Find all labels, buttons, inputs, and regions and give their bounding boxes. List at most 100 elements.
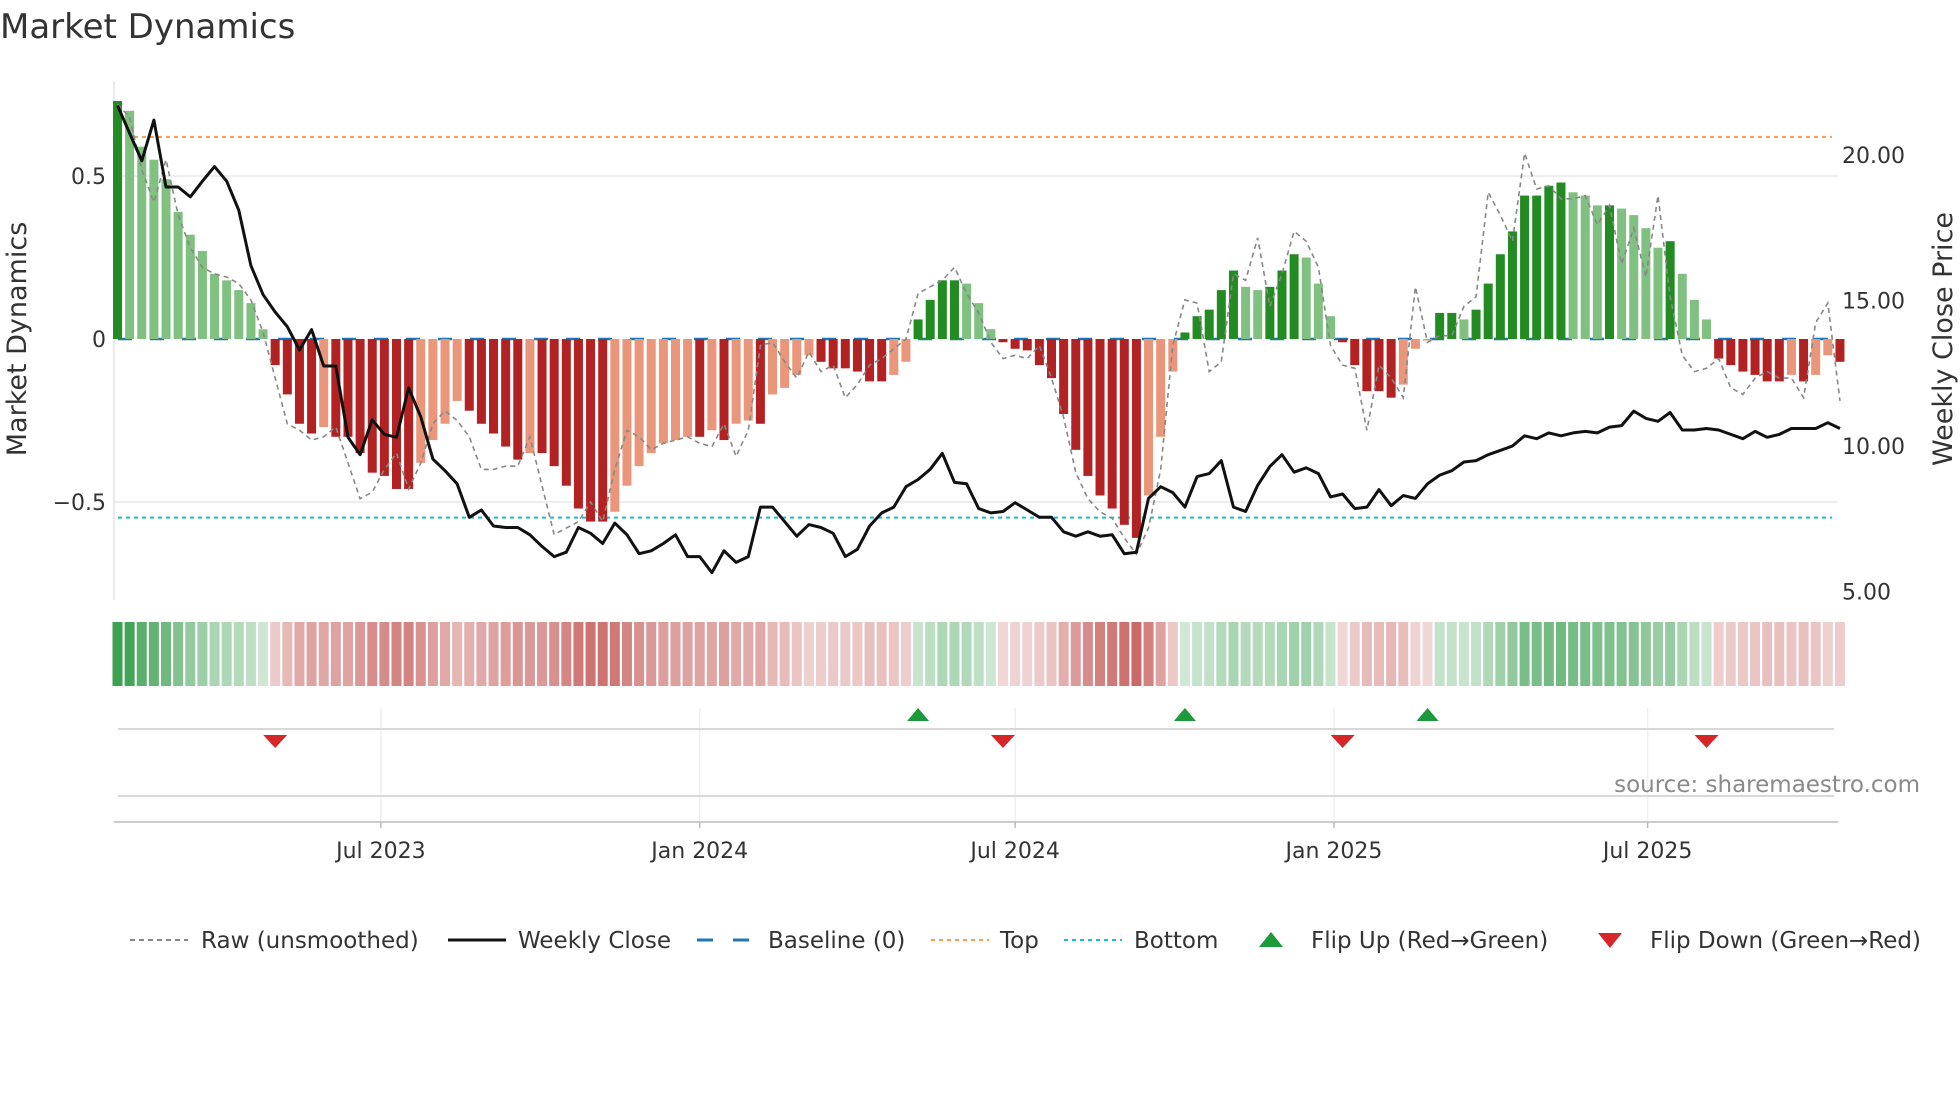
heatmap-cell xyxy=(1495,622,1506,686)
momentum-bar xyxy=(1762,339,1772,382)
momentum-bar xyxy=(452,339,462,401)
heatmap-cell xyxy=(1131,622,1142,686)
momentum-bar xyxy=(634,339,644,467)
heatmap-cell xyxy=(585,622,596,686)
heatmap-cell xyxy=(294,622,305,686)
momentum-bar xyxy=(1629,215,1639,339)
y-left-tick-label: 0 xyxy=(92,328,106,353)
heatmap-cell xyxy=(1774,622,1785,686)
momentum-bar xyxy=(1786,339,1796,375)
heatmap-cell xyxy=(1167,622,1178,686)
momentum-bars xyxy=(113,101,1845,538)
heatmap-cell xyxy=(306,622,317,686)
momentum-bar xyxy=(1216,290,1226,339)
heatmap-cell xyxy=(476,622,487,686)
heatmap-cell xyxy=(136,622,147,686)
momentum-bar xyxy=(125,110,135,339)
heatmap-cell xyxy=(1750,622,1761,686)
heatmap-cell xyxy=(1386,622,1397,686)
momentum-bar xyxy=(270,339,280,366)
momentum-bar xyxy=(646,339,656,454)
flip-down-marker xyxy=(990,735,1015,748)
y-left-tick-label: −0.5 xyxy=(53,491,106,516)
heatmap-cell xyxy=(682,622,693,686)
momentum-bar xyxy=(185,234,195,339)
momentum-bar xyxy=(780,339,790,388)
heatmap-cell xyxy=(1519,622,1530,686)
momentum-bar xyxy=(1617,208,1627,339)
momentum-bar xyxy=(707,339,717,431)
momentum-bar xyxy=(573,339,583,509)
legend-label-top: Top xyxy=(999,928,1039,954)
momentum-bar xyxy=(1435,312,1445,339)
heatmap-cell xyxy=(840,622,851,686)
momentum-bar xyxy=(1301,257,1311,339)
heatmap-cell xyxy=(949,622,960,686)
legend-label-bottom: Bottom xyxy=(1134,928,1218,954)
momentum-bar xyxy=(1156,339,1166,437)
momentum-bar xyxy=(1604,205,1614,339)
heatmap-cell xyxy=(913,622,924,686)
heatmap-cell xyxy=(1604,622,1615,686)
momentum-bar xyxy=(586,339,596,522)
momentum-bar xyxy=(804,339,814,356)
heatmap-cell xyxy=(1592,622,1603,686)
heatmap-cell xyxy=(415,622,426,686)
momentum-bar xyxy=(901,339,911,362)
momentum-bar xyxy=(816,339,826,362)
momentum-bar xyxy=(1253,290,1263,339)
y-right-tick-label: 15.00 xyxy=(1842,290,1905,315)
heatmap-cell xyxy=(706,622,717,686)
momentum-bar xyxy=(1289,254,1299,339)
momentum-bar xyxy=(561,339,571,486)
heatmap-cell xyxy=(1374,622,1385,686)
momentum-bar xyxy=(294,339,304,424)
heatmap-cell xyxy=(1119,622,1130,686)
heatmap-cell xyxy=(1349,622,1360,686)
heatmap-cell xyxy=(1507,622,1518,686)
momentum-bar xyxy=(889,339,899,375)
momentum-bar xyxy=(937,280,947,339)
x-tick-label: Jul 2023 xyxy=(334,839,426,864)
momentum-bar xyxy=(1350,339,1360,366)
heatmap-cell xyxy=(1810,622,1821,686)
momentum-bar xyxy=(197,250,207,339)
flip-down-marker xyxy=(1694,735,1719,748)
heatmap-cell xyxy=(1762,622,1773,686)
heatmap-cell xyxy=(779,622,790,686)
heatmap-cell xyxy=(282,622,293,686)
heatmap-cell xyxy=(391,622,402,686)
heatmap-cell xyxy=(330,622,341,686)
heatmap-cell xyxy=(1725,622,1736,686)
momentum-bar xyxy=(1119,339,1129,525)
momentum-bar xyxy=(1556,182,1566,339)
momentum-bar xyxy=(1144,339,1154,496)
heatmap-cell xyxy=(961,622,972,686)
legend-label-flip_down: Flip Down (Green→Red) xyxy=(1650,928,1921,954)
momentum-bar xyxy=(1338,339,1348,343)
heatmap-cell xyxy=(1458,622,1469,686)
momentum-bar xyxy=(1034,339,1044,366)
heatmap-cell xyxy=(124,622,135,686)
heatmap-cell xyxy=(646,622,657,686)
momentum-bar xyxy=(379,339,389,476)
heatmap-cell xyxy=(1410,622,1421,686)
flip-up-marker xyxy=(907,708,930,721)
momentum-bar xyxy=(1750,339,1760,375)
momentum-bar xyxy=(476,339,486,424)
momentum-bar xyxy=(1022,339,1032,351)
heatmap-cell xyxy=(1628,622,1639,686)
heatmap-cell xyxy=(828,622,839,686)
momentum-bar xyxy=(1774,339,1784,382)
momentum-bar xyxy=(428,339,438,441)
heatmap-cell xyxy=(1240,622,1251,686)
y-axis-right-label: Weekly Close Price xyxy=(1928,212,1959,466)
momentum-bar xyxy=(1471,309,1481,339)
heatmap-cell xyxy=(379,622,390,686)
heatmap-cell xyxy=(524,622,535,686)
heatmap-cell xyxy=(112,622,123,686)
heatmap-cell xyxy=(464,622,475,686)
momentum-bar xyxy=(1241,286,1251,339)
momentum-bar xyxy=(440,339,450,424)
heatmap-cell xyxy=(1361,622,1372,686)
